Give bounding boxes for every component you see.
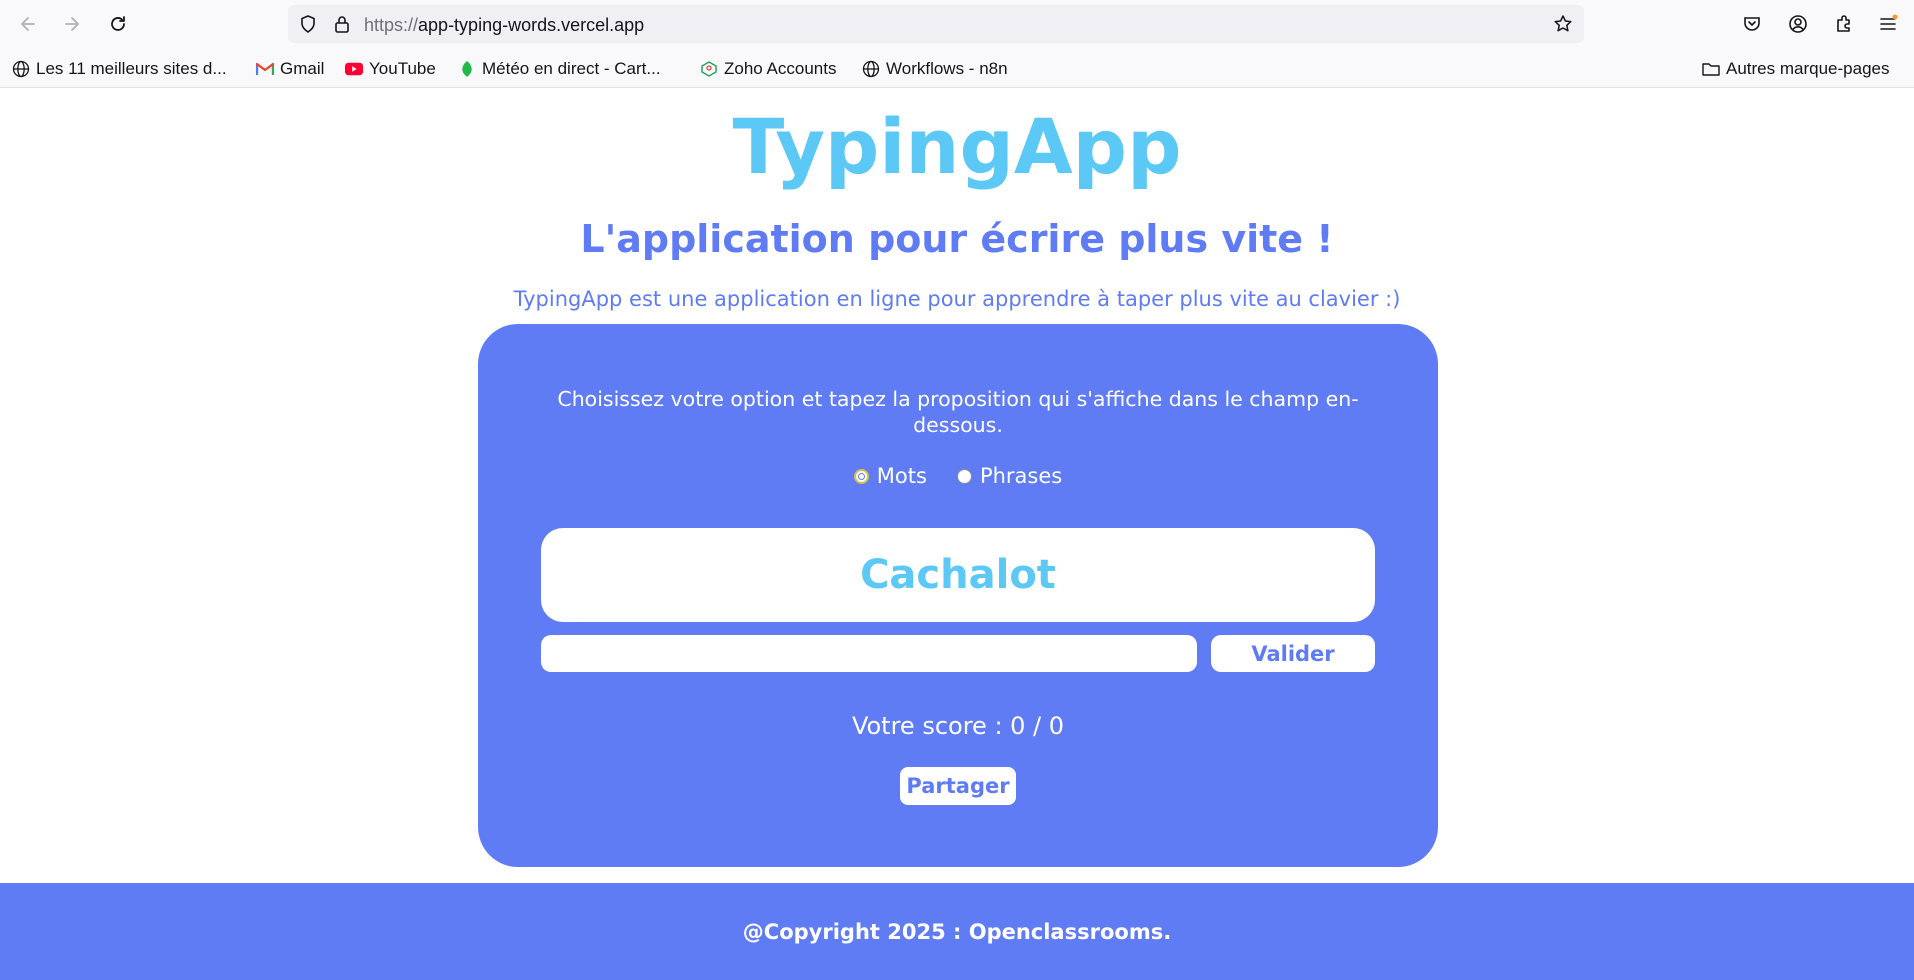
bookmark-label: Zoho Accounts [724,59,837,78]
option-phrases-label: Phrases [979,464,1063,488]
reload-button[interactable] [102,8,134,40]
account-button[interactable] [1784,10,1812,38]
typing-card: Choisissez votre option et tapez la prop… [478,324,1438,867]
bookmark-item[interactable]: Gmail [256,58,324,80]
hamburger-menu-icon [1880,14,1898,30]
share-button[interactable]: Partager [900,767,1016,805]
pocket-icon [1744,17,1760,31]
back-button[interactable] [12,8,44,40]
star-icon[interactable] [1553,14,1573,34]
bookmark-item[interactable]: Météo en direct - Cart... [458,58,661,80]
bookmark-label: Météo en direct - Cart... [482,59,661,78]
typing-input[interactable] [541,635,1197,672]
arrow-left-icon [21,17,35,31]
option-mots[interactable]: Mots [853,464,927,488]
youtube-icon [345,60,363,78]
validate-button[interactable]: Valider [1211,635,1375,672]
browser-toolbar: https://app-typing-words.vercel.app [0,0,1914,48]
footer: @Copyright 2025 : Openclassrooms. [0,883,1914,980]
other-bookmarks-label: Autres marque-pages [1726,59,1890,78]
page-description: TypingApp est une application en ligne p… [513,287,1401,311]
bookmark-label: Les 11 meilleurs sites d... [36,59,227,78]
page-subtitle: L'application pour écrire plus vite ! [580,217,1334,261]
gmail-icon [256,60,274,78]
bookmark-item[interactable]: Zoho Accounts [700,58,836,80]
folder-icon [1702,60,1720,78]
url-scheme: https:// [364,15,419,35]
zoho-icon [700,60,718,78]
forward-button[interactable] [56,8,88,40]
bookmark-item[interactable]: Workflows - n8n [862,58,1008,80]
instruction-text: Choisissez votre option et tapez la prop… [557,387,1359,437]
other-bookmarks-folder[interactable]: Autres marque-pages [1702,58,1889,80]
bookmarks-bar: Les 11 meilleurs sites d... Gmail YouTub… [0,48,1914,88]
extensions-button[interactable] [1830,10,1858,38]
radio-mots[interactable] [853,468,869,484]
url-host: app-typing-words.vercel.app [418,15,645,35]
lock-icon[interactable] [332,14,352,34]
leaf-icon [458,60,476,78]
arrow-right-icon [65,17,79,31]
pocket-button[interactable] [1738,10,1766,38]
option-mots-label: Mots [876,464,927,488]
bookmark-label: Gmail [280,59,325,78]
puzzle-icon [1837,15,1850,32]
globe-icon [862,60,880,78]
radio-phrases[interactable] [956,468,972,484]
shield-icon[interactable] [298,14,318,34]
menu-button[interactable] [1874,10,1902,38]
proposition-display: Cachalot [541,528,1375,622]
bookmark-item[interactable]: Les 11 meilleurs sites d... [12,58,227,80]
bookmark-label: Workflows - n8n [886,59,1008,78]
page-title: TypingApp [732,102,1182,191]
copyright-text: @Copyright 2025 : Openclassrooms. [742,919,1172,944]
account-icon [1789,15,1807,33]
url-text[interactable]: https://app-typing-words.vercel.app [364,15,644,36]
score-text: Votre score : 0 / 0 [851,712,1065,740]
reload-icon [111,16,125,31]
bookmark-label: YouTube [369,59,436,78]
globe-icon [12,60,30,78]
mode-options: Mots Phrases [478,464,1438,488]
option-phrases[interactable]: Phrases [956,464,1063,488]
bookmark-item[interactable]: YouTube [345,58,436,80]
address-bar[interactable]: https://app-typing-words.vercel.app [288,5,1584,43]
